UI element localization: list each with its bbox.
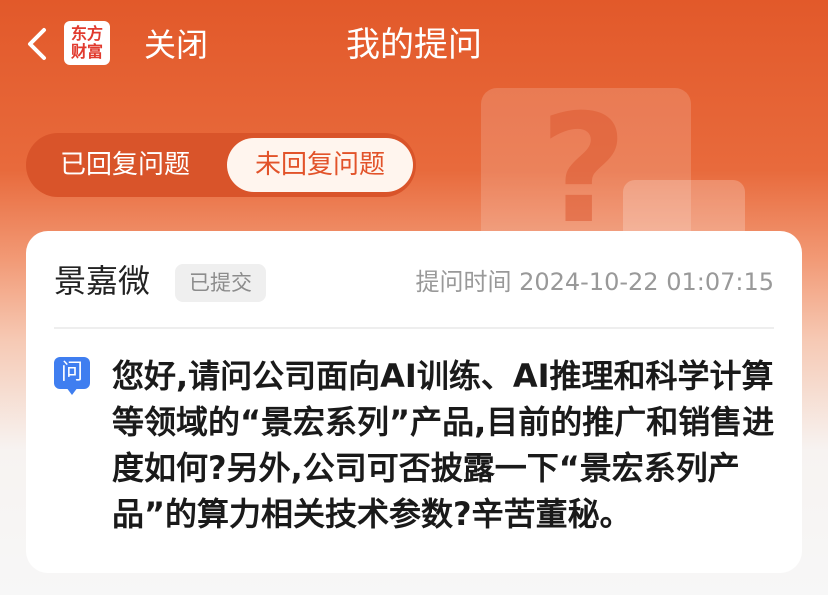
time-value: 2024-10-22 01:07:15 (519, 268, 774, 296)
divider (54, 327, 774, 329)
question-icon: 问 (54, 357, 90, 395)
tab-unanswered[interactable]: 未回复问题 (227, 138, 413, 192)
question-text: 您好,请问公司面向AI训练、AI推理和科学计算等领域的“景宏系列”产品,目前的推… (112, 357, 775, 533)
company-name: 景嘉微 (54, 262, 151, 300)
question-icon-box: 问 (54, 357, 90, 389)
question-tabs: 已回复问题 未回复问题 (26, 133, 416, 197)
tab-answered[interactable]: 已回复问题 (26, 133, 224, 197)
status-badge: 已提交 (175, 264, 266, 302)
question-time: 提问时间 2024-10-22 01:07:15 (415, 265, 774, 299)
question-card[interactable]: 景嘉微 已提交 提问时间 2024-10-22 01:07:15 问 您好,请问… (26, 231, 802, 573)
question-mark-icon: ? (540, 83, 628, 257)
header: 东方 财富 关闭 我的提问 (0, 0, 828, 90)
time-label: 提问时间 (415, 268, 512, 296)
question-icon-tail (66, 387, 78, 395)
page-title: 我的提问 (346, 25, 482, 65)
